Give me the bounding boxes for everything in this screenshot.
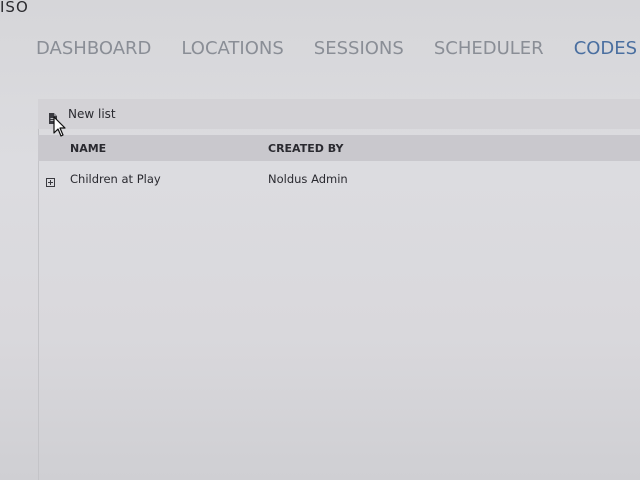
row-created-by-cell: Noldus Admin [268, 172, 348, 186]
column-header-created-by[interactable]: CREATED BY [268, 142, 343, 155]
nav-tab-codes[interactable]: CODES [574, 38, 637, 59]
table-header: NAME CREATED BY [38, 135, 640, 161]
nav-tab-sessions[interactable]: SESSIONS [314, 38, 404, 59]
mouse-pointer-icon [53, 116, 67, 138]
row-name-cell: Children at Play [70, 172, 161, 186]
nav-tab-locations[interactable]: LOCATIONS [181, 38, 283, 59]
column-header-name[interactable]: NAME [70, 142, 106, 155]
main-nav: DASHBOARD LOCATIONS SESSIONS SCHEDULER C… [36, 38, 640, 59]
app-title: ISO [0, 0, 29, 16]
new-list-label: New list [68, 107, 116, 121]
nav-tab-scheduler[interactable]: SCHEDULER [434, 38, 544, 59]
nav-tab-dashboard[interactable]: DASHBOARD [36, 38, 151, 59]
app-window: ISO DASHBOARD LOCATIONS SESSIONS SCHEDUL… [0, 0, 640, 480]
table-row[interactable]: Children at Play Noldus Admin [38, 166, 640, 192]
toolbar: New list [38, 99, 640, 129]
plus-box-icon[interactable] [46, 172, 55, 187]
